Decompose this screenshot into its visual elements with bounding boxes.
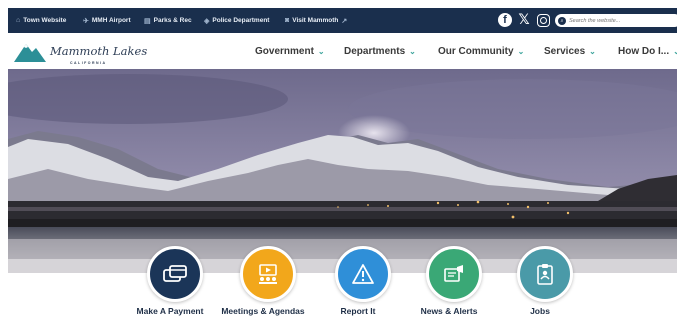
nav-label: Services <box>544 45 586 57</box>
utility-link-airport[interactable]: ✈ MMH Airport <box>83 8 131 33</box>
logo-subtitle: CALIFORNIA <box>70 61 107 65</box>
search-icon[interactable]: ⌕ <box>558 16 566 25</box>
nav-label: Our Community <box>438 45 514 57</box>
hero-image <box>8 69 677 273</box>
nav-departments[interactable]: Departments ⌄ <box>344 33 416 69</box>
utility-link-label: Visit Mammoth <box>292 17 339 24</box>
main-nav: Mammoth Lakes CALIFORNIA Government ⌄ Dep… <box>8 33 677 70</box>
site-logo[interactable]: Mammoth Lakes CALIFORNIA <box>14 38 148 65</box>
chevron-down-icon: ⌄ <box>673 46 677 56</box>
chevron-down-icon: ⌄ <box>409 46 416 56</box>
nav-services[interactable]: Services ⌄ <box>544 33 596 69</box>
chevron-down-icon: ⌄ <box>517 46 525 56</box>
logo-text: Mammoth Lakes <box>50 44 148 58</box>
news-icon <box>426 246 482 302</box>
camera-icon: ◙ <box>285 17 290 24</box>
badge-icon: ◈ <box>204 17 210 25</box>
nav-label: How Do I... <box>618 45 670 57</box>
meeting-icon <box>240 246 296 302</box>
nav-label: Departments <box>344 45 406 57</box>
utility-link-label: Town Website <box>23 17 67 24</box>
nav-our-community[interactable]: Our Community ⌄ <box>438 33 524 69</box>
nav-label: Government <box>255 45 314 57</box>
mountain-landscape-image <box>8 69 677 273</box>
warning-icon <box>335 246 391 302</box>
utility-link-town-website[interactable]: ⌂ Town Website <box>16 8 66 33</box>
external-link-icon: ↗ <box>341 17 348 25</box>
jobs-icon <box>517 246 573 302</box>
facebook-icon[interactable]: f <box>498 13 512 27</box>
payment-icon <box>147 246 203 302</box>
utility-link-parks[interactable]: ▤ Parks & Rec <box>144 8 192 33</box>
chevron-down-icon: ⌄ <box>589 46 596 56</box>
plane-icon: ✈ <box>83 17 89 25</box>
mountain-logo-icon <box>14 44 46 62</box>
nav-government[interactable]: Government ⌄ <box>255 33 325 69</box>
nav-how-do-i[interactable]: How Do I... ⌄ <box>618 33 677 69</box>
utility-link-label: MMH Airport <box>91 17 131 24</box>
quick-link-jobs[interactable]: Jobs <box>475 246 605 322</box>
utility-link-label: Police Department <box>212 17 270 24</box>
park-icon: ▤ <box>144 17 151 25</box>
search-input[interactable] <box>569 17 669 24</box>
utility-link-visit[interactable]: ◙ Visit Mammoth ↗ <box>285 8 347 33</box>
browser-page: ⌂ Town Website ✈ MMH Airport ▤ Parks & R… <box>8 8 677 322</box>
search-box[interactable]: ⌕ <box>555 14 677 27</box>
utility-bar: ⌂ Town Website ✈ MMH Airport ▤ Parks & R… <box>8 8 677 33</box>
x-icon[interactable]: 𝕏 <box>517 12 531 28</box>
quick-link-label: Jobs <box>530 306 550 316</box>
utility-link-police[interactable]: ◈ Police Department <box>204 8 269 33</box>
home-icon: ⌂ <box>16 17 21 24</box>
utility-link-label: Parks & Rec <box>153 17 192 24</box>
instagram-icon[interactable] <box>537 14 550 27</box>
chevron-down-icon: ⌄ <box>317 46 325 56</box>
